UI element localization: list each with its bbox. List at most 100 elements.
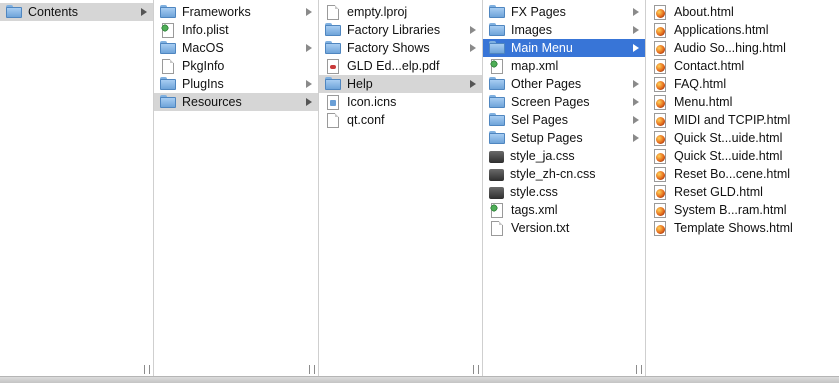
item-label: Factory Shows xyxy=(347,41,430,55)
plist-icon xyxy=(161,22,174,38)
folder-row[interactable]: PlugIns xyxy=(154,75,318,93)
folder-icon xyxy=(160,77,176,93)
item-label: Factory Libraries xyxy=(347,23,441,37)
disclosure-arrow-icon xyxy=(633,98,639,106)
folder-icon xyxy=(325,41,341,57)
file-row[interactable]: style.css xyxy=(483,183,645,201)
column-resize-handle[interactable] xyxy=(473,365,479,374)
file-row[interactable]: map.xml xyxy=(483,57,645,75)
folder-icon xyxy=(160,95,176,111)
file-row[interactable]: Menu.html xyxy=(646,93,839,111)
item-label: Resources xyxy=(182,95,242,109)
folder-row[interactable]: Images xyxy=(483,21,645,39)
item-label: Contact.html xyxy=(674,59,745,73)
disclosure-arrow-icon xyxy=(306,80,312,88)
item-label: Frameworks xyxy=(182,5,251,19)
icns-icon xyxy=(327,94,339,110)
file-row[interactable]: System B...ram.html xyxy=(646,201,839,219)
folder-row[interactable]: Resources xyxy=(154,93,318,111)
item-label: Applications.html xyxy=(674,23,769,37)
folder-icon xyxy=(160,41,176,57)
file-row[interactable]: Quick St...uide.html xyxy=(646,129,839,147)
css-icon xyxy=(489,187,504,199)
folder-row[interactable]: Frameworks xyxy=(154,3,318,21)
folder-row[interactable]: Setup Pages xyxy=(483,129,645,147)
item-label: System B...ram.html xyxy=(674,203,787,217)
folder-row[interactable]: FX Pages xyxy=(483,3,645,21)
item-label: Menu.html xyxy=(674,95,733,109)
folder-icon xyxy=(489,95,505,111)
column-5[interactable]: About.html Applications.html Audio So...hi… xyxy=(646,0,839,376)
item-label: Contents xyxy=(28,5,79,19)
column-4[interactable]: FX Pages Images Main Menu map.xml Other Page… xyxy=(483,0,646,376)
file-row[interactable]: Version.txt xyxy=(483,219,645,237)
html-icon xyxy=(654,220,666,236)
folder-row[interactable]: MacOS xyxy=(154,39,318,57)
item-label: MIDI and TCPIP.html xyxy=(674,113,791,127)
item-label: Version.txt xyxy=(511,221,570,235)
horizontal-scrollbar[interactable] xyxy=(0,376,839,383)
html-icon xyxy=(654,76,666,92)
folder-icon xyxy=(489,77,505,93)
item-label: MacOS xyxy=(182,41,224,55)
item-label: Template Shows.html xyxy=(674,221,793,235)
file-row[interactable]: MIDI and TCPIP.html xyxy=(646,111,839,129)
file-row[interactable]: tags.xml xyxy=(483,201,645,219)
item-label: style_zh-cn.css xyxy=(510,167,596,181)
file-row[interactable]: About.html xyxy=(646,3,839,21)
column-resize-handle[interactable] xyxy=(144,365,150,374)
column-2[interactable]: Frameworks Info.plist MacOS PkgInfo PlugIns R… xyxy=(154,0,319,376)
folder-row[interactable]: Factory Libraries xyxy=(319,21,482,39)
folder-icon xyxy=(489,131,505,147)
file-row[interactable]: empty.lproj xyxy=(319,3,482,21)
doc-icon xyxy=(327,112,339,128)
css-icon xyxy=(489,169,504,181)
file-row[interactable]: Template Shows.html xyxy=(646,219,839,237)
folder-row[interactable]: Other Pages xyxy=(483,75,645,93)
item-label: Quick St...uide.html xyxy=(674,149,783,163)
item-label: Info.plist xyxy=(182,23,229,37)
doc-icon xyxy=(491,220,503,236)
item-label: Icon.icns xyxy=(347,95,397,109)
folder-row[interactable]: Factory Shows xyxy=(319,39,482,57)
file-row[interactable]: Audio So...hing.html xyxy=(646,39,839,57)
folder-row[interactable]: Contents xyxy=(0,3,153,21)
file-row[interactable]: FAQ.html xyxy=(646,75,839,93)
column-resize-handle[interactable] xyxy=(309,365,315,374)
column-browser: Contents Frameworks Info.plist MacOS PkgInf… xyxy=(0,0,839,376)
column-resize-handle[interactable] xyxy=(636,365,642,374)
file-row[interactable]: Icon.icns xyxy=(319,93,482,111)
item-label: map.xml xyxy=(511,59,559,73)
folder-icon xyxy=(160,5,176,21)
disclosure-arrow-icon xyxy=(470,44,476,52)
item-label: style.css xyxy=(510,185,558,199)
item-label: FAQ.html xyxy=(674,77,727,91)
file-row[interactable]: Reset Bo...cene.html xyxy=(646,165,839,183)
file-row[interactable]: GLD Ed...elp.pdf xyxy=(319,57,482,75)
column-3[interactable]: empty.lproj Factory Libraries Factory Show… xyxy=(319,0,483,376)
file-row[interactable]: Info.plist xyxy=(154,21,318,39)
folder-row[interactable]: Sel Pages xyxy=(483,111,645,129)
folder-row[interactable]: Screen Pages xyxy=(483,93,645,111)
column-1[interactable]: Contents xyxy=(0,0,154,376)
file-row[interactable]: Reset GLD.html xyxy=(646,183,839,201)
disclosure-arrow-icon xyxy=(470,80,476,88)
file-row[interactable]: Contact.html xyxy=(646,57,839,75)
item-label: About.html xyxy=(674,5,734,19)
file-row[interactable]: style_ja.css xyxy=(483,147,645,165)
html-icon xyxy=(654,4,666,20)
folder-row[interactable]: Main Menu xyxy=(483,39,645,57)
folder-row[interactable]: Help xyxy=(319,75,482,93)
disclosure-arrow-icon xyxy=(633,116,639,124)
file-row[interactable]: Applications.html xyxy=(646,21,839,39)
file-row[interactable]: Quick St...uide.html xyxy=(646,147,839,165)
item-label: Other Pages xyxy=(511,77,582,91)
file-row[interactable]: qt.conf xyxy=(319,111,482,129)
html-icon xyxy=(654,130,666,146)
item-label: Quick St...uide.html xyxy=(674,131,783,145)
file-row[interactable]: PkgInfo xyxy=(154,57,318,75)
file-row[interactable]: style_zh-cn.css xyxy=(483,165,645,183)
item-label: Images xyxy=(511,23,552,37)
html-icon xyxy=(654,58,666,74)
doc-icon xyxy=(162,58,174,74)
